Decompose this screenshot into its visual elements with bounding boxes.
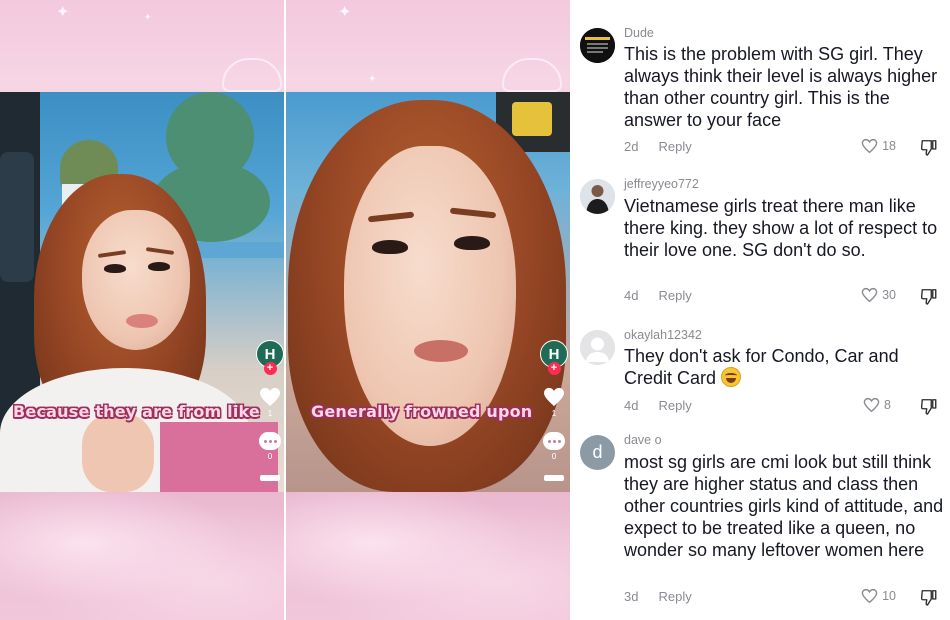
thumbs-down-icon[interactable]	[920, 589, 938, 606]
laughing-emoji-icon	[721, 367, 742, 387]
reply-button[interactable]: Reply	[658, 589, 691, 604]
sparkle-icon: ✦	[338, 4, 352, 21]
user-initial-avatar[interactable]: d	[580, 435, 615, 470]
sparkle-icon: ✦	[368, 74, 377, 85]
like-count: 1	[267, 409, 273, 418]
comment-like[interactable]: 10	[861, 588, 896, 604]
default-person-avatar[interactable]	[580, 330, 615, 365]
heart-outline-icon[interactable]	[861, 138, 878, 154]
video-side-actions: H + 1 0	[256, 340, 284, 481]
comment-username[interactable]: okaylah12342	[624, 328, 702, 342]
comment-bubble-icon[interactable]	[259, 432, 281, 450]
thumbs-down-icon[interactable]	[920, 398, 938, 415]
like-count: 8	[884, 398, 891, 412]
comment-age: 4d	[624, 398, 639, 413]
book-cover-avatar[interactable]	[580, 28, 615, 63]
comment-text: most sg girls are cmi look but still thi…	[624, 452, 944, 560]
sparkle-icon: ✦	[56, 4, 70, 21]
comment-like[interactable]: 8	[863, 397, 891, 413]
heart-outline-icon[interactable]	[861, 287, 878, 303]
cloud-doodle	[222, 58, 282, 92]
face	[82, 210, 190, 350]
follow-plus-icon[interactable]: +	[263, 362, 277, 375]
video-caption: Because they are from like	[13, 402, 260, 421]
reply-button[interactable]: Reply	[658, 288, 691, 303]
face	[344, 146, 516, 446]
comment-like[interactable]: 30	[861, 287, 896, 303]
video-frame[interactable]	[286, 92, 570, 492]
comment-bubble-icon[interactable]	[543, 432, 565, 450]
cloud-doodle	[502, 58, 562, 92]
comment-text: They don't ask for Condo, Car and Credit…	[624, 346, 899, 388]
comment-age: 3d	[624, 589, 639, 604]
comment-age: 4d	[624, 288, 639, 303]
comment-text: Vietnamese girls treat there man like th…	[624, 196, 938, 260]
comment-username[interactable]: Dude	[624, 26, 654, 40]
heart-outline-icon[interactable]	[861, 588, 878, 604]
video-side-actions: H + 1 0	[540, 340, 568, 481]
comment-username[interactable]: jeffreyyeo772	[624, 177, 699, 191]
heart-outline-icon[interactable]	[863, 397, 880, 413]
like-count: 1	[551, 409, 557, 418]
like-count: 30	[882, 288, 896, 302]
share-icon[interactable]	[544, 475, 564, 481]
follow-plus-icon[interactable]: +	[547, 362, 561, 375]
reply-button[interactable]: Reply	[658, 398, 691, 413]
video-panel-left[interactable]: ✦ ✦ Because they are from like H + 1 0	[0, 0, 284, 620]
comment-text: This is the problem with SG girl. They a…	[624, 44, 938, 130]
comments-list: Dude This is the problem with SG girl. T…	[570, 0, 950, 620]
video-panel-right[interactable]: ✦ ✦ Generally frowned upon H + 1 0	[286, 0, 570, 620]
comment-like[interactable]: 18	[861, 138, 896, 154]
heart-icon[interactable]	[543, 387, 565, 407]
video-frame[interactable]	[0, 92, 284, 492]
comment-age: 2d	[624, 139, 639, 154]
reply-button[interactable]: Reply	[658, 139, 691, 154]
like-count: 18	[882, 139, 896, 153]
comment-count: 0	[267, 452, 273, 461]
heart-icon[interactable]	[259, 387, 281, 407]
like-count: 10	[882, 589, 896, 603]
video-caption: Generally frowned upon	[311, 402, 533, 421]
photo-avatar[interactable]	[580, 179, 615, 214]
share-icon[interactable]	[260, 475, 280, 481]
comment-username[interactable]: dave o	[624, 433, 662, 447]
thumbs-down-icon[interactable]	[920, 139, 938, 156]
comment-count: 0	[551, 452, 557, 461]
thumbs-down-icon[interactable]	[920, 288, 938, 305]
sparkle-icon: ✦	[144, 12, 152, 22]
